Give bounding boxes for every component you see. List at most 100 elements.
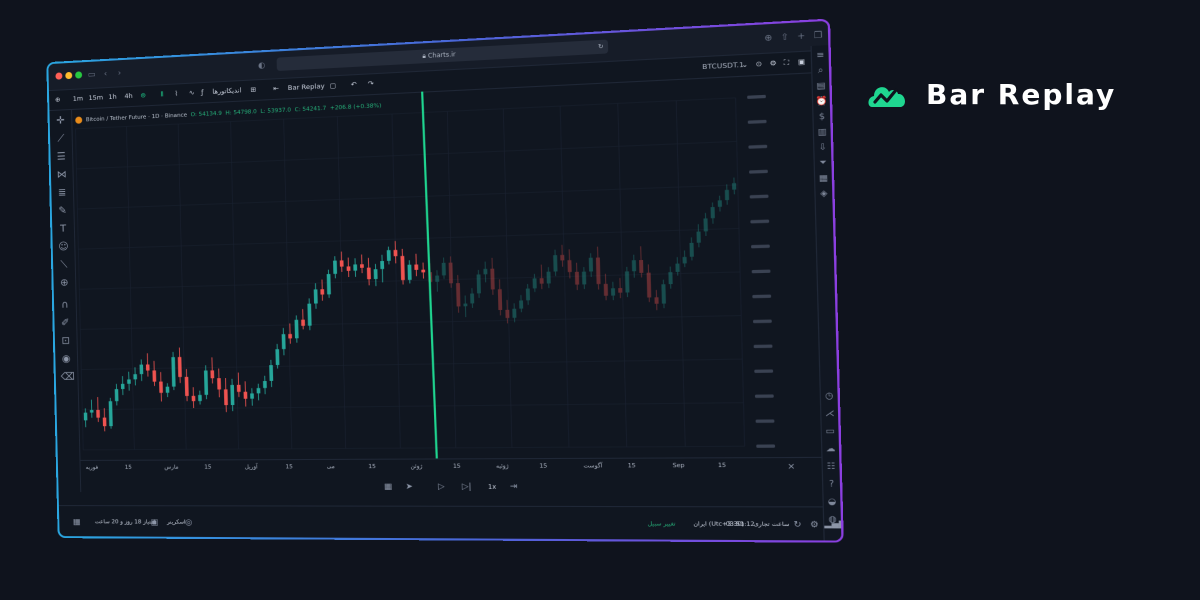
candle-body xyxy=(582,272,586,285)
interval-4h[interactable]: 4h xyxy=(124,92,132,100)
undo-icon[interactable]: ↶ xyxy=(351,80,357,89)
interval-more-icon[interactable]: ⊜ xyxy=(140,91,146,99)
price-tick-mark xyxy=(755,394,774,397)
zoom-in-icon[interactable]: ⊕ xyxy=(58,277,70,289)
indicators-icon[interactable]: ƒ xyxy=(201,88,204,96)
candle xyxy=(435,270,439,292)
status-calendar-small-icon[interactable]: ▣ xyxy=(151,518,159,525)
alerts-clock-icon[interactable]: ⏰ xyxy=(815,96,827,108)
watchlist-icon[interactable]: ▤ xyxy=(815,80,827,92)
candlestick-chart[interactable] xyxy=(71,74,792,460)
sidebar-toggle-icon[interactable]: ▭ xyxy=(88,71,96,79)
indicators-button[interactable]: اندیکاتورها xyxy=(212,86,241,96)
close-replay-icon[interactable]: × xyxy=(787,462,795,470)
candle-body xyxy=(647,273,652,298)
candle-body xyxy=(505,310,509,318)
calendar-icon[interactable]: ▦ xyxy=(817,173,829,184)
menu-icon[interactable]: ≡ xyxy=(814,50,826,62)
replay-step-forward-icon[interactable]: ▷| xyxy=(462,483,472,490)
status-settings-icon[interactable]: ⚙ xyxy=(810,521,819,529)
screen-icon[interactable]: ▭ xyxy=(824,426,836,437)
fib-levels-icon[interactable]: ≣ xyxy=(56,187,68,199)
ruler-icon[interactable]: ⟍ xyxy=(58,259,70,271)
redo-icon[interactable]: ↷ xyxy=(368,79,374,88)
candle-body xyxy=(171,357,175,387)
lock-icon[interactable]: ⊡ xyxy=(60,336,72,348)
chart-area[interactable] xyxy=(71,74,792,460)
candle xyxy=(526,284,530,305)
cloud-icon[interactable]: ☁ xyxy=(825,444,837,455)
reload-icon[interactable]: ↻ xyxy=(598,40,604,54)
replay-calendar-icon[interactable]: ▦ xyxy=(384,483,392,490)
camera-icon[interactable]: ▣ xyxy=(798,57,806,66)
new-tab-icon[interactable]: + xyxy=(797,32,805,41)
candle-body xyxy=(697,232,701,243)
save-icon[interactable]: ⇩ xyxy=(817,142,829,153)
snapshot-icon[interactable]: ⊙ xyxy=(756,59,763,68)
bar-replay-button[interactable]: Bar Replay xyxy=(288,82,325,92)
privacy-shield-icon[interactable]: ◐ xyxy=(258,61,265,70)
replay-select-bar-icon[interactable]: ➤ xyxy=(406,483,413,490)
trash-icon[interactable]: ⌫ xyxy=(61,372,73,384)
wifi-icon[interactable]: ◒ xyxy=(826,496,838,507)
candle-style-icon[interactable]: ⦀ xyxy=(160,90,163,98)
layout-icon[interactable]: ▢ xyxy=(330,81,337,90)
screener-button[interactable]: اسکرینر xyxy=(167,519,186,526)
add-symbol-icon[interactable]: ⊕ xyxy=(55,96,61,104)
lock-drawings-pencil-icon[interactable]: ✐ xyxy=(59,318,71,330)
status-calendar-icon[interactable]: ▦ xyxy=(73,518,81,525)
replay-jump-realtime-icon[interactable]: ⇥ xyxy=(510,483,518,490)
settings-gear-icon[interactable]: ⚙ xyxy=(770,59,777,68)
candle-wick xyxy=(303,309,304,329)
emoji-icon[interactable]: ☺ xyxy=(57,241,69,253)
dollar-icon[interactable]: $ xyxy=(816,111,828,123)
share-nodes-icon[interactable]: ⋌ xyxy=(824,408,836,419)
layers-icon[interactable]: ◈ xyxy=(818,188,830,199)
chat-icon[interactable]: ☷ xyxy=(825,461,837,472)
interval-1m[interactable]: 1m xyxy=(73,94,84,103)
close-dot-icon[interactable] xyxy=(55,72,62,79)
interval-1h[interactable]: 1h xyxy=(108,93,116,101)
legend-close: C: 54241.7 xyxy=(295,106,327,114)
share-icon[interactable]: ⇧ xyxy=(781,33,789,42)
back-icon[interactable]: ‹ xyxy=(104,70,107,78)
candle xyxy=(393,241,397,263)
candle-body xyxy=(560,255,564,261)
candle xyxy=(611,282,615,300)
symbol-selector[interactable]: BTCUSDT.1 xyxy=(702,60,744,71)
crosshair-icon[interactable]: ✛ xyxy=(54,115,66,128)
pattern-icon[interactable]: ⋈ xyxy=(56,169,68,181)
search-icon[interactable]: ⌕ xyxy=(815,65,827,77)
candle-body xyxy=(140,365,144,375)
fullscreen-icon[interactable]: ⛶ xyxy=(784,58,790,67)
trend-line-icon[interactable]: ⟋ xyxy=(55,133,67,146)
minimize-dot-icon[interactable] xyxy=(65,72,72,79)
status-refresh-icon[interactable]: ↻ xyxy=(793,521,801,529)
bar-replay-icon[interactable]: ⇤ xyxy=(273,84,279,93)
magnet-icon[interactable]: ∩ xyxy=(59,300,71,312)
edit-session-link[interactable]: تغییر سبیل xyxy=(647,521,675,529)
candle xyxy=(263,376,267,394)
symbol-dropdown-icon[interactable]: ⌄ xyxy=(742,60,749,69)
horizontal-lines-icon[interactable]: ☰ xyxy=(55,151,67,164)
brush-icon[interactable]: ✎ xyxy=(57,205,69,217)
eye-icon[interactable]: ◉ xyxy=(60,354,72,366)
maximize-dot-icon[interactable] xyxy=(75,71,82,78)
forward-icon[interactable]: › xyxy=(118,69,121,77)
screener-icon[interactable]: ◎ xyxy=(185,519,192,526)
line-style-icon[interactable]: ⌇ xyxy=(175,89,178,97)
help-icon[interactable]: ? xyxy=(825,479,837,490)
replay-speed[interactable]: 1x xyxy=(488,484,496,491)
replay-play-icon[interactable]: ▷ xyxy=(438,483,445,490)
filter-icon[interactable]: ⏷ xyxy=(817,157,829,168)
tabs-overview-icon[interactable]: ❐ xyxy=(814,31,823,40)
candle-body xyxy=(589,258,593,272)
clock-icon[interactable]: ◷ xyxy=(823,391,835,402)
news-icon[interactable]: ▥ xyxy=(816,127,828,138)
templates-icon[interactable]: ⊞ xyxy=(250,85,256,93)
compare-icon[interactable]: ∿ xyxy=(189,89,195,97)
download-icon[interactable]: ⊕ xyxy=(764,34,772,43)
interval-15m[interactable]: 15m xyxy=(88,93,103,102)
brand-title: Bar Replay xyxy=(926,78,1116,112)
text-tool-icon[interactable]: T xyxy=(57,223,69,235)
